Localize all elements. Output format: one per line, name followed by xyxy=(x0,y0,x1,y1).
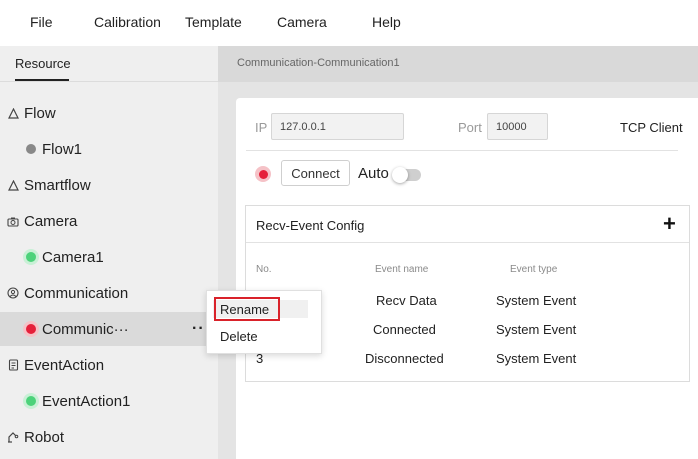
cell-event-name: Disconnected xyxy=(365,351,444,366)
column-header-event-type: Event type xyxy=(510,264,558,275)
cell-event-type: System Event xyxy=(496,293,577,308)
tree-item-eventaction1[interactable]: EventAction1 xyxy=(0,384,218,418)
tree-item-camera1[interactable]: Camera1 xyxy=(0,240,218,274)
status-dot-icon xyxy=(26,324,36,334)
port-label: Port xyxy=(458,120,482,135)
menu-bar: File Calibration Template Camera Help xyxy=(0,0,698,46)
flow-icon xyxy=(7,107,19,119)
tree-category-label: Smartflow xyxy=(24,176,91,194)
auto-label: Auto xyxy=(358,165,389,182)
column-header-no: No. xyxy=(256,264,272,275)
tree-category-camera[interactable]: Camera xyxy=(0,204,218,238)
rename-menu-item[interactable]: Rename xyxy=(220,302,269,317)
tree-item-label: Communic··· xyxy=(42,320,129,338)
tree-category-label: Robot xyxy=(24,428,65,446)
tree-item-label: EventAction1 xyxy=(42,392,131,410)
sidebar-splitter[interactable] xyxy=(218,46,236,459)
menu-camera[interactable]: Camera xyxy=(277,14,327,30)
tree-category-label: Flow xyxy=(24,104,56,122)
auto-toggle-knob[interactable] xyxy=(392,167,408,183)
menu-help[interactable]: Help xyxy=(372,14,401,30)
resource-sidebar: Resource Flow Flow1 Smartflow Camera Cam… xyxy=(0,46,218,459)
status-dot-icon xyxy=(26,396,36,406)
content-header: Communication-Communication1 xyxy=(218,46,698,82)
column-header-event-name: Event name xyxy=(375,264,429,275)
panel-divider xyxy=(246,150,678,151)
communication-panel: IP 127.0.0.1 Port 10000 TCP Client Conne… xyxy=(236,98,698,459)
tree-category-flow[interactable]: Flow xyxy=(0,96,218,130)
tab-resource[interactable]: Resource xyxy=(15,56,71,71)
port-input[interactable]: 10000 xyxy=(487,113,548,140)
tree-category-label: Camera xyxy=(24,212,78,230)
menu-file[interactable]: File xyxy=(30,14,53,30)
cell-event-type: System Event xyxy=(496,322,577,337)
tree-item-communication1[interactable]: Communic··· ·· xyxy=(0,312,218,346)
status-dot-icon xyxy=(26,252,36,262)
tree-category-communication[interactable]: Communication xyxy=(0,276,218,310)
context-menu: Rename Delete xyxy=(206,290,322,354)
robot-icon xyxy=(7,431,19,443)
cell-event-name: Connected xyxy=(373,322,436,337)
tree-category-robot[interactable]: Robot xyxy=(0,420,218,454)
status-dot-icon xyxy=(26,144,36,154)
ip-input[interactable]: 127.0.0.1 xyxy=(271,113,404,140)
cell-event-name: Recv Data xyxy=(376,293,437,308)
tree-item-label: Camera1 xyxy=(42,248,104,266)
tree-category-label: EventAction xyxy=(24,356,105,374)
menu-template[interactable]: Template xyxy=(185,14,242,30)
add-event-icon[interactable]: + xyxy=(663,213,676,235)
page-title: Communication-Communication1 xyxy=(237,57,400,69)
menu-calibration[interactable]: Calibration xyxy=(94,14,161,30)
tree-item-label: Flow1 xyxy=(42,140,83,158)
more-icon[interactable]: ·· xyxy=(192,320,205,338)
ip-label: IP xyxy=(255,120,268,135)
tree-category-eventaction[interactable]: EventAction xyxy=(0,348,218,382)
flow-icon xyxy=(7,179,19,191)
tree-category-label: Communication xyxy=(24,284,129,302)
communication-icon xyxy=(7,287,19,299)
tree-item-flow1[interactable]: Flow1 xyxy=(0,132,218,166)
camera-icon xyxy=(7,215,19,227)
connection-status-icon xyxy=(255,166,271,182)
tree-category-smartflow[interactable]: Smartflow xyxy=(0,168,218,202)
cell-event-type: System Event xyxy=(496,351,577,366)
protocol-label: TCP Client xyxy=(620,120,683,135)
connection-status-dot xyxy=(258,169,268,179)
event-config-title: Recv-Event Config xyxy=(256,218,365,233)
connect-button[interactable]: Connect xyxy=(281,160,350,186)
event-header-divider xyxy=(246,242,689,243)
delete-menu-item[interactable]: Delete xyxy=(220,329,258,344)
sidebar-divider xyxy=(0,81,218,82)
event-icon xyxy=(7,359,19,371)
